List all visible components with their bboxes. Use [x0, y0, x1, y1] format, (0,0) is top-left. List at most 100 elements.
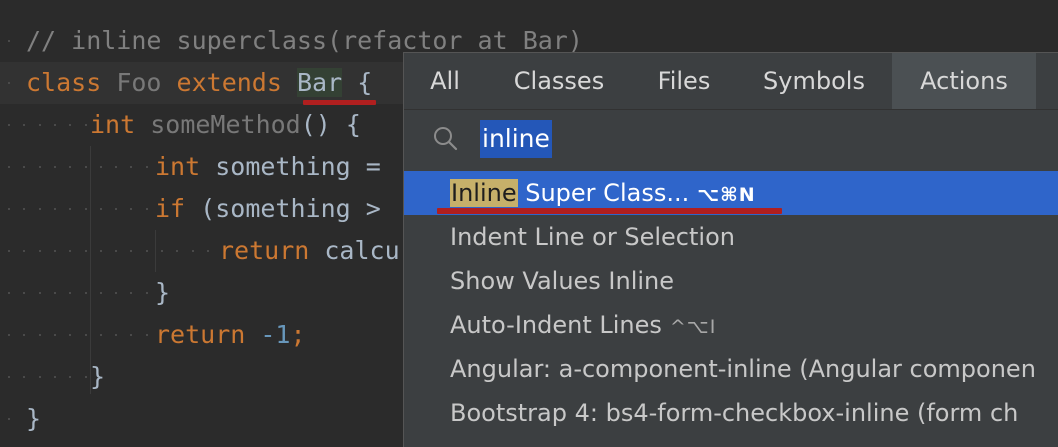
if-statement: if (something > — [155, 188, 381, 230]
tab-all[interactable]: All — [404, 53, 486, 109]
whitespace-dot — [130, 208, 132, 210]
search-icon — [434, 127, 458, 151]
whitespace-dot — [146, 292, 148, 294]
whitespace-dot — [115, 208, 117, 210]
if-condition: (something > — [200, 194, 381, 223]
whitespace-dot — [192, 250, 194, 252]
method-params: () { — [300, 110, 361, 139]
whitespace-dot — [100, 166, 102, 168]
whitespace-dot — [69, 124, 71, 126]
whitespace-dot — [85, 376, 87, 378]
whitespace-dot — [23, 166, 25, 168]
keyword-class: class — [26, 68, 102, 97]
keyword-return: return — [155, 320, 246, 349]
whitespace-dot — [69, 376, 71, 378]
whitespace-dot — [146, 250, 148, 252]
whitespace-dot — [8, 166, 10, 168]
whitespace-dot — [23, 376, 25, 378]
return-expression: calcu — [324, 236, 400, 265]
variable-declaration: int something = — [155, 146, 381, 188]
whitespace-dot — [146, 334, 148, 336]
result-item-auto-indent[interactable]: Auto-Indent Lines ^⌥I — [404, 303, 1058, 347]
keyword-int: int — [90, 110, 136, 139]
tab-bar: All Classes Files Symbols Actions — [404, 53, 1058, 110]
whitespace-dot — [69, 292, 71, 294]
whitespace-dot — [115, 334, 117, 336]
whitespace-dot — [100, 292, 102, 294]
whitespace-dot — [146, 166, 148, 168]
whitespace-dot — [69, 250, 71, 252]
whitespace-dot — [39, 166, 41, 168]
whitespace-dot — [207, 250, 209, 252]
tab-files[interactable]: Files — [632, 53, 736, 109]
whitespace-dot — [85, 292, 87, 294]
whitespace-dot — [39, 124, 41, 126]
whitespace-dot — [54, 250, 56, 252]
keyword-int: int — [155, 152, 201, 181]
result-item-bootstrap-checkbox[interactable]: Bootstrap 4: bs4-form-checkbox-inline (f… — [404, 391, 1058, 435]
result-item-indent-line[interactable]: Indent Line or Selection — [404, 215, 1058, 259]
whitespace-dot — [39, 250, 41, 252]
number-literal: -1 — [260, 320, 291, 349]
result-text: Angular: a-component-inline (Angular com… — [450, 355, 1036, 383]
whitespace-dot — [130, 250, 132, 252]
whitespace-dot — [54, 166, 56, 168]
search-everywhere-popup: All Classes Files Symbols Actions inline… — [403, 52, 1058, 447]
whitespace-dot — [130, 292, 132, 294]
search-bar: inline — [404, 110, 1058, 170]
whitespace-dot — [115, 292, 117, 294]
whitespace-dot — [39, 334, 41, 336]
method-name: someMethod — [150, 110, 301, 139]
return-statement: return calcu — [219, 230, 400, 272]
whitespace-dot — [23, 208, 25, 210]
whitespace-dot — [39, 208, 41, 210]
whitespace-dot — [69, 208, 71, 210]
class-declaration: class Foo extends Bar { — [26, 62, 372, 104]
tab-classes[interactable]: Classes — [486, 53, 632, 109]
keyboard-shortcut: ^⌥I — [669, 316, 717, 338]
result-text: Bootstrap 4: bs4-form-checkbox-inline (f… — [450, 399, 1019, 427]
keyword-extends: extends — [176, 68, 282, 97]
whitespace-dot — [8, 418, 10, 420]
whitespace-dot — [100, 334, 102, 336]
keyword-if: if — [155, 194, 186, 223]
class-name: Foo — [116, 68, 162, 97]
whitespace-dot — [85, 250, 87, 252]
whitespace-dot — [146, 208, 148, 210]
whitespace-dot — [69, 166, 71, 168]
semicolon: ; — [290, 320, 306, 349]
decl-rest: something = — [215, 152, 381, 181]
whitespace-dot — [85, 124, 87, 126]
whitespace-dot — [23, 124, 25, 126]
whitespace-dot — [54, 292, 56, 294]
method-declaration: int someMethod() { — [90, 104, 361, 146]
open-brace: { — [357, 68, 373, 97]
result-text: Auto-Indent Lines — [450, 311, 662, 339]
whitespace-dot — [54, 376, 56, 378]
whitespace-dot — [85, 208, 87, 210]
whitespace-dot — [8, 334, 10, 336]
whitespace-dot — [85, 334, 87, 336]
result-text: Indent Line or Selection — [450, 223, 735, 251]
whitespace-dot — [23, 250, 25, 252]
tab-symbols[interactable]: Symbols — [736, 53, 892, 109]
close-brace: } — [90, 362, 106, 391]
whitespace-dot — [23, 334, 25, 336]
superclass-name[interactable]: Bar — [296, 68, 343, 97]
whitespace-dot — [176, 250, 178, 252]
tab-actions[interactable]: Actions — [892, 53, 1036, 109]
search-match-highlight: Inline — [450, 179, 518, 207]
keyword-return: return — [219, 236, 310, 265]
result-item-show-values-inline[interactable]: Show Values Inline — [404, 259, 1058, 303]
whitespace-dot — [85, 166, 87, 168]
selection-underline — [437, 208, 782, 214]
result-item-angular-component[interactable]: Angular: a-component-inline (Angular com… — [404, 347, 1058, 391]
search-input[interactable]: inline — [480, 120, 552, 158]
whitespace-dot — [39, 292, 41, 294]
result-text: Show Values Inline — [450, 267, 675, 295]
whitespace-dot — [8, 82, 10, 84]
keyboard-shortcut: ⌥⌘N — [697, 184, 756, 206]
whitespace-dot — [8, 40, 10, 42]
result-label: Auto-Indent Lines ^⌥I — [450, 303, 716, 347]
whitespace-dot — [69, 334, 71, 336]
